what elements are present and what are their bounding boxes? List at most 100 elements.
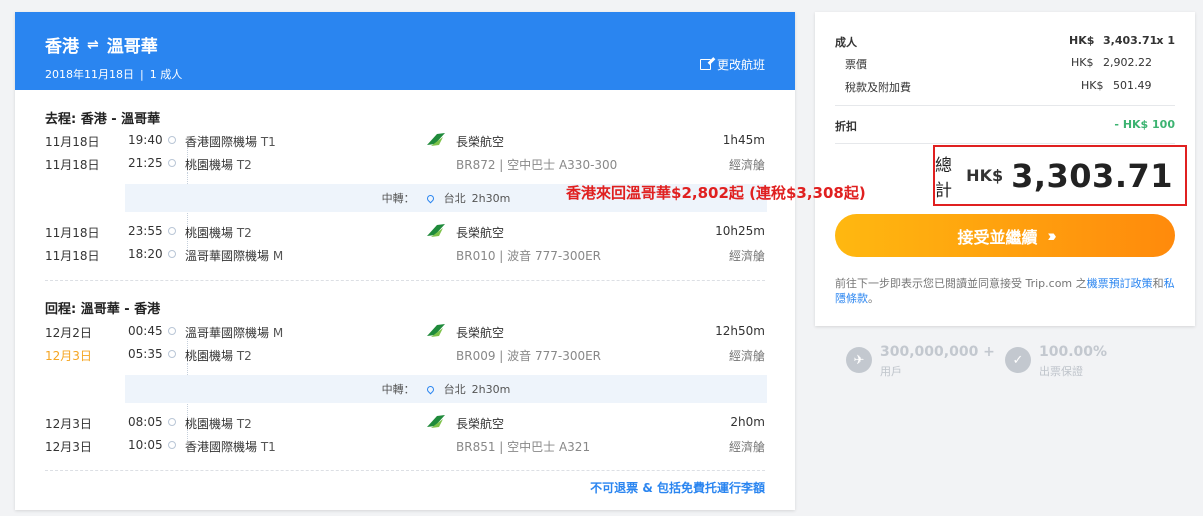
departure-date: 12月3日 xyxy=(45,417,92,431)
arrival-time: 18:20 xyxy=(128,247,163,261)
flight-info: BR851 | 空中巴士 A321 xyxy=(456,440,591,454)
swap-icon: ⇌ xyxy=(87,36,99,53)
flight-info: BR010 | 波音 777-300ER xyxy=(456,249,602,263)
timeline-dot xyxy=(168,327,176,335)
promo-caption: 香港來回溫哥華$2,802起 (連稅$3,308起) xyxy=(566,184,866,202)
inbound-leg1-arrival: 12月3日 05:35 桃園機場 T2 BR009 | 波音 777-300ER… xyxy=(15,345,795,363)
currency: HK$ xyxy=(1069,34,1095,47)
price-divider xyxy=(835,105,1175,106)
arrival-airport: 桃園機場 T2 xyxy=(185,347,252,364)
badge-value: 300,000,000 + xyxy=(880,344,995,360)
currency: HK$ xyxy=(1071,56,1094,69)
double-chevron-right-icon: ››› xyxy=(1047,225,1057,245)
destination-city: 溫哥華 xyxy=(106,37,158,57)
discount-label: 折扣 xyxy=(835,120,857,133)
arrival-airport: 桃園機場 T2 xyxy=(185,156,252,173)
inbound-title: 回程: 溫哥華 - 香港 xyxy=(45,302,161,317)
airport-name: 香港國際機場 xyxy=(185,135,258,149)
booking-policy-link[interactable]: 機票預訂政策 xyxy=(1087,277,1153,290)
cabin-class: 經濟艙 xyxy=(728,249,765,263)
arrival-time: 10:05 xyxy=(128,438,163,452)
shield-check-icon: ✓ xyxy=(1005,347,1031,373)
departure-airport: 溫哥華國際機場 M xyxy=(185,324,283,341)
eva-air-logo-icon xyxy=(425,322,447,343)
timeline-dot xyxy=(168,250,176,258)
route-subtitle: 2018年11月18日 | 1 成人 xyxy=(45,66,765,82)
timeline-dot xyxy=(168,350,176,358)
tax-row: 稅款及附加費 HK$ 501.49 xyxy=(835,79,1175,95)
timeline-dot xyxy=(168,418,176,426)
segment-divider xyxy=(45,280,765,281)
airport-name: 溫哥華國際機場 xyxy=(185,326,270,340)
inbound-leg2-arrival: 12月3日 10:05 香港國際機場 T1 BR851 | 空中巴士 A321 … xyxy=(15,436,795,454)
airline-name: 長榮航空 xyxy=(456,226,505,240)
fare-row: 票價 HK$ 2,902.22 xyxy=(835,56,1175,72)
discount-value: - HK$ 100 xyxy=(1114,118,1175,131)
arrival-time: 05:35 xyxy=(128,347,163,361)
eva-air-logo-icon xyxy=(425,413,447,434)
airline-name: 長榮航空 xyxy=(456,326,505,340)
inbound-transfer: 中轉： 台北 2h30m xyxy=(125,375,767,403)
timeline-dot xyxy=(168,136,176,144)
outbound-leg1-departure: 11月18日 19:40 香港國際機場 T1 長榮航空 1h45m xyxy=(15,131,795,149)
airport-name: 桃園機場 xyxy=(185,349,234,363)
eva-air-logo-icon xyxy=(425,131,447,152)
terminal: T2 xyxy=(236,349,252,363)
terms-text: 前往下一步即表示您已閱讀並同意接受 Trip.com 之 xyxy=(835,277,1087,290)
accept-continue-button[interactable]: 接受並繼續 ››› xyxy=(835,214,1175,257)
currency: HK$ xyxy=(1081,79,1104,92)
transfer-city: 台北 xyxy=(443,383,466,396)
flight-info: BR009 | 波音 777-300ER xyxy=(456,349,602,363)
fare-amount: 2,902.22 xyxy=(1103,56,1152,69)
badge-caption: 出票保證 xyxy=(1039,365,1083,378)
terms-and: 和 xyxy=(1152,277,1164,290)
outbound-title: 去程: 香港 - 溫哥華 xyxy=(45,112,161,127)
departure-time: 19:40 xyxy=(128,133,163,147)
departure-date: 11月18日 xyxy=(45,226,100,240)
tax-amount: 501.49 xyxy=(1113,79,1152,92)
refund-baggage-link[interactable]: 不可退票 & 包括免費托運行李額 xyxy=(590,479,765,496)
total-currency: HK$ xyxy=(966,166,1004,185)
separator: | xyxy=(140,68,144,81)
outbound-leg1-arrival: 11月18日 21:25 桃園機場 T2 BR872 | 空中巴士 A330-3… xyxy=(15,154,795,172)
change-flight-label: 更改航班 xyxy=(716,58,765,72)
airline-name: 長榮航空 xyxy=(456,135,505,149)
terminal: T2 xyxy=(236,226,252,240)
cabin-class: 經濟艙 xyxy=(728,158,765,172)
arrival-date: 12月3日 xyxy=(45,349,92,363)
airport-name: 香港國際機場 xyxy=(185,440,258,454)
adult-amount: 3,403.71 xyxy=(1103,34,1158,47)
location-pin-icon xyxy=(425,384,436,394)
transfer-wait: 2h30m xyxy=(471,191,511,205)
airport-name: 桃園機場 xyxy=(185,226,234,240)
transfer-label: 中轉： xyxy=(381,192,415,205)
departure-time: 08:05 xyxy=(128,415,163,429)
change-flight-button[interactable]: 更改航班 xyxy=(699,56,765,73)
location-pin-icon xyxy=(425,193,436,203)
price-divider xyxy=(835,143,1175,144)
flight-duration: 2h0m xyxy=(730,415,765,429)
price-summary-card: 成人 HK$ 3,403.71 x 1 票價 HK$ 2,902.22 稅款及附… xyxy=(815,12,1195,326)
airport-name: 溫哥華國際機場 xyxy=(185,249,270,263)
tax-label: 稅款及附加費 xyxy=(845,81,911,94)
departure-time: 23:55 xyxy=(128,224,163,238)
arrival-date: 12月3日 xyxy=(45,440,92,454)
cabin-class: 經濟艙 xyxy=(728,440,765,454)
fare-label: 票價 xyxy=(845,58,867,71)
departure-airport: 桃園機場 T2 xyxy=(185,415,252,432)
departure-date: 11月18日 xyxy=(45,135,100,149)
discount-row: 折扣 - HK$ 100 xyxy=(835,118,1175,134)
badge-value: 100.00% xyxy=(1039,344,1108,360)
flight-duration: 1h45m xyxy=(722,133,765,147)
terminal: M xyxy=(272,249,284,263)
outbound-leg2-departure: 11月18日 23:55 桃園機場 T2 長榮航空 10h25m xyxy=(15,222,795,240)
origin-city: 香港 xyxy=(45,37,79,57)
total-amount: 3,303.71 xyxy=(1011,156,1173,195)
arrival-date: 11月18日 xyxy=(45,158,100,172)
departure-airport: 桃園機場 T2 xyxy=(185,224,252,241)
departure-time: 00:45 xyxy=(128,324,163,338)
eva-air-logo-icon xyxy=(425,222,447,243)
route-title: 香港 ⇌ 溫哥華 xyxy=(45,32,765,58)
transfer-wait: 2h30m xyxy=(471,382,511,396)
arrival-time: 21:25 xyxy=(128,156,163,170)
